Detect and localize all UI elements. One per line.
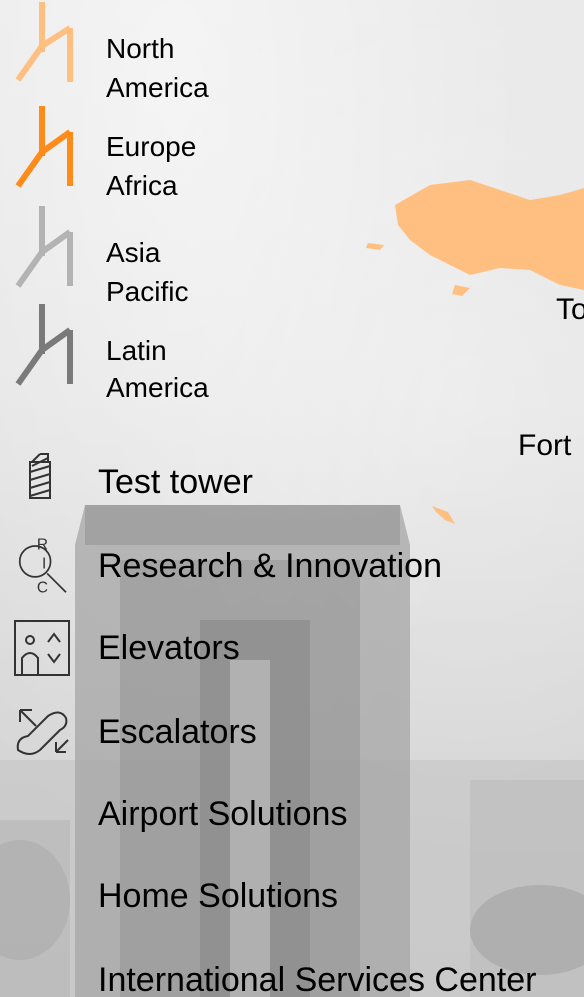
category-label: Research & Innovation xyxy=(98,547,442,585)
research-innovation-icon: R I C xyxy=(18,536,67,594)
region-marker-icon xyxy=(15,304,73,386)
escalator-icon xyxy=(16,709,69,755)
legend-label-line1: Asia xyxy=(106,237,161,268)
category-label: Test tower xyxy=(98,463,253,501)
category-label: Escalators xyxy=(98,713,257,751)
legend-label-line1: Latin xyxy=(106,335,167,366)
category-label: International Services Center xyxy=(98,961,537,997)
map-label-to[interactable]: To xyxy=(556,292,584,328)
legend-label-line2: America xyxy=(106,72,209,103)
legend-label-line1: North xyxy=(106,33,175,64)
map-island xyxy=(452,285,470,296)
legend-item-latin-america[interactable]: Latin America xyxy=(0,304,260,403)
test-tower-icon xyxy=(29,453,51,499)
map-island xyxy=(432,506,455,524)
legend-item-asia-pacific[interactable]: Asia Pacific xyxy=(0,206,260,307)
svg-text:R: R xyxy=(37,536,48,553)
map-island xyxy=(366,243,384,250)
svg-text:C: C xyxy=(37,579,48,594)
map-label-fort[interactable]: Fort xyxy=(518,428,571,464)
map-landmass-north-america xyxy=(395,180,584,290)
legend-item-north-america[interactable]: North America xyxy=(0,2,260,103)
legend-label-line2: Africa xyxy=(106,170,178,201)
elevator-icon xyxy=(14,620,70,676)
region-marker-icon xyxy=(15,106,73,188)
legend-label-line2: America xyxy=(106,372,209,403)
region-marker-icon xyxy=(15,206,73,288)
svg-text:I: I xyxy=(42,555,46,572)
region-marker-icon xyxy=(15,2,73,82)
legend-label-line1: Europe xyxy=(106,131,197,162)
category-label: Home Solutions xyxy=(98,877,339,915)
category-label: Airport Solutions xyxy=(98,795,348,833)
legend-item-europe-africa[interactable]: Europe Africa xyxy=(0,106,260,201)
category-label: Elevators xyxy=(98,629,240,667)
